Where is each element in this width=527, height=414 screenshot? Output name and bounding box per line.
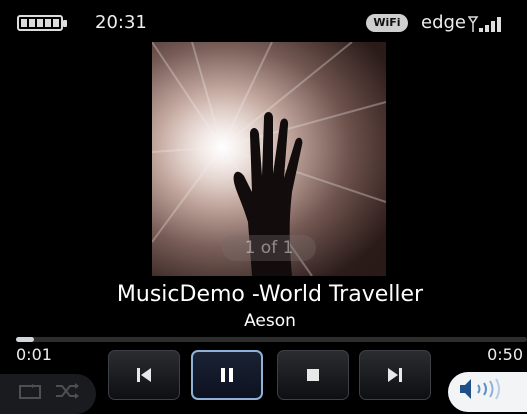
pause-button[interactable] (191, 350, 263, 400)
time-total: 0:50 (487, 345, 523, 364)
artist-name: Aeson (244, 311, 296, 331)
signal-bars-icon (468, 15, 504, 33)
skip-next-icon (388, 368, 402, 382)
status-time: 20:31 (95, 12, 147, 33)
status-bar: 20:31 WiFi edge (0, 0, 527, 44)
song-title: MusicDemo -World Traveller (116, 282, 424, 307)
progress-bar[interactable] (16, 337, 527, 342)
track-counter: 1 of 1 (222, 235, 316, 261)
next-button[interactable] (359, 350, 431, 400)
repeat-icon[interactable] (18, 384, 42, 404)
album-art: 1 of 1 (152, 42, 386, 276)
pause-icon (221, 368, 233, 382)
stop-button[interactable] (277, 350, 349, 400)
stop-icon (307, 369, 319, 381)
previous-button[interactable] (108, 350, 180, 400)
battery-full-icon (17, 15, 67, 31)
network-label: edge (421, 12, 466, 33)
volume-icon[interactable] (456, 376, 516, 402)
mode-tray (0, 374, 96, 414)
skip-previous-icon (137, 368, 151, 382)
progress-fill (16, 337, 34, 342)
time-elapsed: 0:01 (16, 345, 52, 364)
wifi-badge: WiFi (366, 14, 408, 32)
